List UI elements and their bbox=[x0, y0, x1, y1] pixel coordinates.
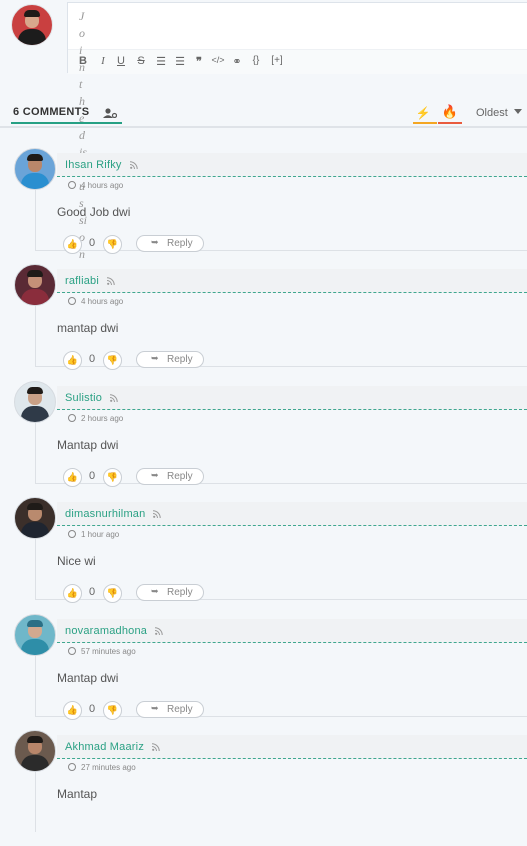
chevron-down-icon bbox=[513, 109, 522, 114]
downvote-button[interactable]: 👎 bbox=[103, 584, 122, 603]
spoiler-icon[interactable]: [+] bbox=[268, 55, 286, 66]
quote-icon[interactable]: ❞ bbox=[192, 55, 206, 68]
reply-arrow-icon: ➥ bbox=[151, 586, 159, 596]
rss-icon[interactable] bbox=[110, 394, 118, 402]
vote-count: 0 bbox=[88, 237, 96, 249]
comment-item: dimasnurhilman 1 hour ago Nice wi 👍 0 👎 … bbox=[0, 497, 527, 613]
comment-textarea[interactable] bbox=[78, 11, 518, 47]
comment-item: Sulistio 2 hours ago Mantap dwi 👍 0 👎 ➥ R… bbox=[0, 381, 527, 497]
vote-count: 0 bbox=[88, 353, 96, 365]
sort-oldest-label: Oldest bbox=[476, 107, 508, 119]
comment-text: Good Job dwi bbox=[57, 205, 131, 219]
link-icon[interactable]: ⚭ bbox=[230, 55, 244, 68]
reply-button[interactable]: ➥ Reply bbox=[136, 584, 204, 601]
reply-button[interactable]: ➥ Reply bbox=[136, 468, 204, 485]
avatar[interactable] bbox=[14, 381, 56, 423]
comment-header: Sulistio bbox=[57, 386, 527, 410]
comment-editor: B I U S ☰ ☰ ❞ </> ⚭ {} [+] Join the disc… bbox=[0, 0, 527, 261]
sort-popular-icon[interactable]: 🔥 bbox=[440, 104, 460, 120]
vote-count: 0 bbox=[88, 703, 96, 715]
italic-icon[interactable]: I bbox=[96, 55, 110, 67]
comment-text: Nice wi bbox=[57, 554, 96, 568]
comment-header: Ihsan Rifky bbox=[57, 153, 527, 177]
reply-arrow-icon: ➥ bbox=[151, 353, 159, 363]
comment-text: Mantap dwi bbox=[57, 671, 119, 685]
comment-time[interactable]: 4 hours ago bbox=[68, 297, 123, 306]
reply-arrow-icon: ➥ bbox=[151, 470, 159, 480]
comment-author[interactable]: Akhmad Maariz bbox=[65, 741, 160, 753]
rss-icon[interactable] bbox=[153, 510, 162, 518]
comment-header: novaramadhona bbox=[57, 619, 527, 643]
clock-icon bbox=[68, 414, 76, 422]
avatar[interactable] bbox=[14, 148, 56, 190]
active-tab-underline bbox=[11, 122, 122, 124]
downvote-button[interactable]: 👎 bbox=[103, 235, 122, 254]
code-block-icon[interactable]: {} bbox=[249, 55, 263, 66]
rss-icon[interactable] bbox=[152, 743, 160, 751]
clock-icon bbox=[68, 297, 76, 305]
editor-box: B I U S ☰ ☰ ❞ </> ⚭ {} [+] bbox=[67, 2, 527, 74]
clock-icon bbox=[68, 530, 76, 538]
comment-item: novaramadhona 57 minutes ago Mantap dwi … bbox=[0, 614, 527, 730]
comment-text: Mantap bbox=[57, 787, 98, 801]
avatar[interactable] bbox=[14, 730, 56, 772]
upvote-button[interactable]: 👍 bbox=[63, 701, 82, 720]
reply-button[interactable]: ➥ Reply bbox=[136, 235, 204, 252]
unordered-list-icon[interactable]: ☰ bbox=[173, 55, 187, 68]
upvote-button[interactable]: 👍 bbox=[63, 468, 82, 487]
reply-button[interactable]: ➥ Reply bbox=[136, 701, 204, 718]
comment-time[interactable]: 1 hour ago bbox=[68, 530, 119, 539]
current-user-avatar bbox=[11, 4, 53, 46]
comment-header: Akhmad Maariz bbox=[57, 735, 527, 759]
editor-toolbar: B I U S ☰ ☰ ❞ </> ⚭ {} [+] bbox=[68, 49, 527, 74]
reply-arrow-icon: ➥ bbox=[151, 703, 159, 713]
comment-item: Akhmad Maariz 27 minutes ago Mantap bbox=[0, 730, 527, 846]
comments-count-tab[interactable]: 6 COMMENTS bbox=[13, 106, 89, 118]
upvote-button[interactable]: 👍 bbox=[63, 235, 82, 254]
reply-arrow-icon: ➥ bbox=[151, 237, 159, 247]
rss-icon[interactable] bbox=[129, 161, 138, 169]
code-icon[interactable]: </> bbox=[211, 55, 225, 65]
comment-time[interactable]: 57 minutes ago bbox=[68, 647, 136, 656]
comment-header: rafliabi bbox=[57, 269, 527, 293]
comment-author[interactable]: Sulistio bbox=[65, 392, 118, 404]
downvote-button[interactable]: 👎 bbox=[103, 701, 122, 720]
comment-author[interactable]: rafliabi bbox=[65, 275, 115, 287]
clock-icon bbox=[68, 181, 76, 189]
downvote-button[interactable]: 👎 bbox=[103, 351, 122, 370]
avatar[interactable] bbox=[14, 497, 56, 539]
vote-count: 0 bbox=[88, 470, 96, 482]
comment-item: Ihsan Rifky 4 hours ago Good Job dwi 👍 0… bbox=[0, 148, 527, 264]
comment-author[interactable]: novaramadhona bbox=[65, 625, 163, 637]
underline-icon[interactable]: U bbox=[114, 55, 128, 67]
ordered-list-icon[interactable]: ☰ bbox=[154, 55, 168, 68]
comment-author[interactable]: Ihsan Rifky bbox=[65, 159, 138, 171]
comment-text: mantap dwi bbox=[57, 321, 119, 335]
rss-icon[interactable] bbox=[107, 277, 115, 285]
trending-underline bbox=[413, 122, 437, 124]
comments-tab-bar: 6 COMMENTS ⚡ 🔥 Oldest bbox=[0, 100, 527, 128]
avatar[interactable] bbox=[14, 614, 56, 656]
user-settings-icon[interactable] bbox=[103, 108, 117, 118]
downvote-button[interactable]: 👎 bbox=[103, 468, 122, 487]
comment-time[interactable]: 4 hours ago bbox=[68, 181, 123, 190]
rss-icon[interactable] bbox=[155, 627, 163, 635]
avatar[interactable] bbox=[14, 264, 56, 306]
clock-icon bbox=[68, 763, 76, 771]
comment-item: rafliabi 4 hours ago mantap dwi 👍 0 👎 ➥ R… bbox=[0, 264, 527, 380]
comment-text: Mantap dwi bbox=[57, 438, 119, 452]
upvote-button[interactable]: 👍 bbox=[63, 584, 82, 603]
upvote-button[interactable]: 👍 bbox=[63, 351, 82, 370]
comment-time[interactable]: 2 hours ago bbox=[68, 414, 123, 423]
comment-author[interactable]: dimasnurhilman bbox=[65, 508, 162, 520]
sort-oldest-dropdown[interactable]: Oldest bbox=[476, 107, 522, 119]
comment-header: dimasnurhilman bbox=[57, 502, 527, 526]
strikethrough-icon[interactable]: S bbox=[134, 55, 148, 67]
clock-icon bbox=[68, 647, 76, 655]
reply-button[interactable]: ➥ Reply bbox=[136, 351, 204, 368]
popular-underline bbox=[438, 122, 462, 124]
sort-trending-icon[interactable]: ⚡ bbox=[413, 106, 433, 120]
vote-count: 0 bbox=[88, 586, 96, 598]
comment-time[interactable]: 27 minutes ago bbox=[68, 763, 136, 772]
